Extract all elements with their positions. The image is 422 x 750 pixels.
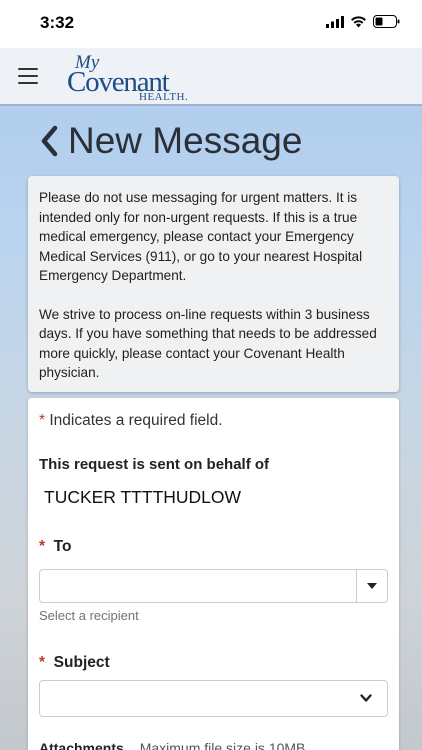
required-note: * Indicates a required field. xyxy=(39,412,223,430)
required-star: * xyxy=(39,412,46,429)
cellular-signal-icon xyxy=(326,15,344,28)
caret-down-icon xyxy=(367,583,377,589)
status-time: 3:32 xyxy=(40,13,75,32)
recipient-select[interactable] xyxy=(39,569,388,603)
attachments-label: Attachments xyxy=(39,740,124,750)
subject-select[interactable] xyxy=(39,680,388,717)
subject-label: * Subject xyxy=(39,654,110,672)
covenant-health-logo[interactable]: My Covenant HEALTH. xyxy=(67,52,195,104)
subject-label-text: Subject xyxy=(53,654,110,671)
required-note-text: Indicates a required field. xyxy=(49,412,223,429)
app-header: My Covenant HEALTH. xyxy=(0,48,422,106)
chevron-down-icon xyxy=(360,694,372,702)
menu-icon[interactable] xyxy=(18,68,38,84)
page-title: New Message xyxy=(68,120,303,161)
required-star: * xyxy=(39,654,46,671)
attachments-row: Attachments Maximum file size is 10MB xyxy=(39,740,305,750)
battery-icon xyxy=(373,15,400,28)
notice-paragraph: We strive to process on-line requests wi… xyxy=(39,306,377,381)
logo-health: HEALTH. xyxy=(139,91,189,103)
status-icons xyxy=(326,15,400,28)
recipient-helper-text: Select a recipient xyxy=(39,608,139,623)
to-label: * To xyxy=(39,538,71,556)
notice-paragraph: Please do not use messaging for urgent m… xyxy=(39,190,363,283)
recipient-dropdown-button[interactable] xyxy=(356,570,387,602)
wifi-icon xyxy=(351,15,366,27)
urgent-notice: Please do not use messaging for urgent m… xyxy=(28,176,399,392)
message-form: * Indicates a required field. This reque… xyxy=(28,398,399,750)
required-star: * xyxy=(39,538,46,555)
status-bar: 3:32 xyxy=(0,0,422,48)
behalf-label: This request is sent on behalf of xyxy=(39,456,270,473)
page-title-row: New Message xyxy=(38,118,302,164)
attachments-hint: Maximum file size is 10MB xyxy=(139,740,306,750)
to-label-text: To xyxy=(53,538,72,555)
back-chevron-icon[interactable] xyxy=(38,124,60,158)
behalf-name: TUCKER TTTTHUDLOW xyxy=(44,487,242,507)
